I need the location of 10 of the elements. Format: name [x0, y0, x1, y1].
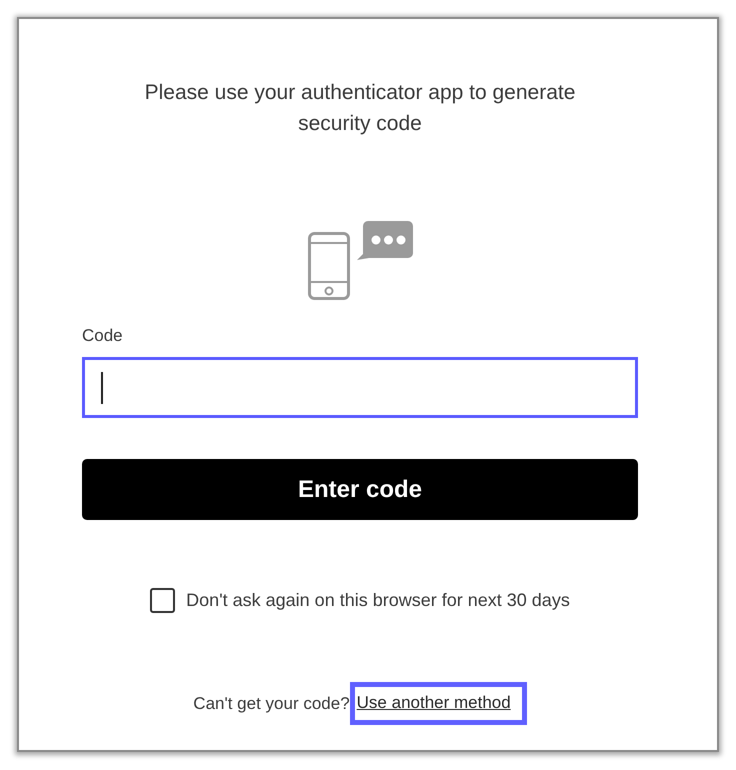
- checkbox-label: Don't ask again on this browser for next 30 days: [186, 589, 570, 612]
- instruction-text: Please use your authenticator app to generate security code: [144, 80, 576, 137]
- use-another-method-link[interactable]: Use another method: [350, 682, 527, 725]
- code-input-field[interactable]: [82, 357, 638, 418]
- checkbox[interactable]: [150, 588, 176, 612]
- field-label: Code: [82, 325, 123, 347]
- phone-message-icon: [306, 220, 414, 301]
- text-cursor-icon: [101, 372, 103, 404]
- enter-code-button[interactable]: Enter code: [82, 459, 638, 520]
- help-text: Can't get your code?: [193, 692, 350, 714]
